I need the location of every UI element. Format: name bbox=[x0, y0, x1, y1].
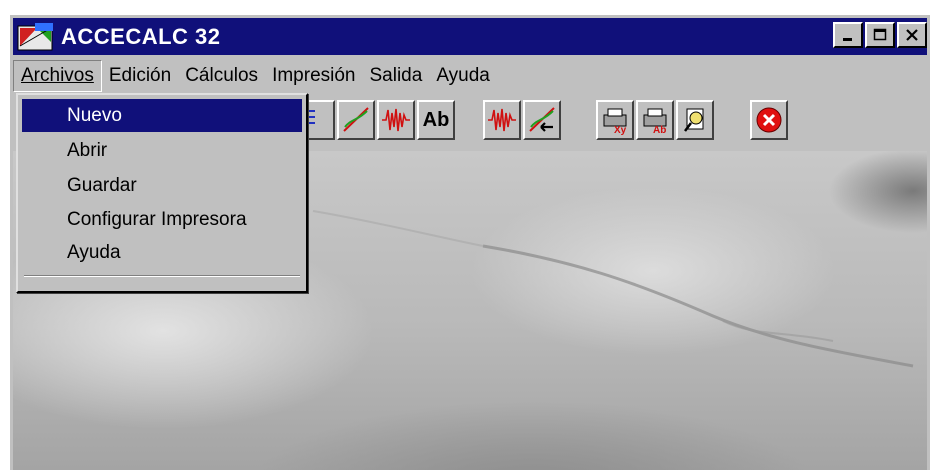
print-ab-icon: Ab bbox=[643, 108, 667, 135]
waveform-icon bbox=[488, 108, 516, 132]
menu-item-abrir[interactable]: Abrir bbox=[22, 134, 302, 167]
waveform-2-button[interactable] bbox=[483, 100, 521, 140]
close-button[interactable] bbox=[897, 22, 927, 48]
print-xy-icon: Xy bbox=[603, 108, 627, 135]
menu-item-ayuda[interactable]: Ayuda bbox=[22, 236, 302, 269]
waveform-button[interactable] bbox=[377, 100, 415, 140]
ab-label: Ab bbox=[422, 108, 450, 131]
close-icon bbox=[906, 29, 918, 41]
menu-salida[interactable]: Salida bbox=[362, 61, 429, 91]
maximize-icon bbox=[873, 28, 887, 41]
menu-ayuda[interactable]: Ayuda bbox=[429, 61, 497, 91]
window-title: ACCECALC 32 bbox=[61, 23, 221, 49]
menu-separator bbox=[24, 275, 300, 277]
menu-item-nuevo[interactable]: Nuevo bbox=[22, 99, 302, 132]
title-bar[interactable]: ACCECALC 32 bbox=[13, 18, 927, 55]
print-preview-icon bbox=[684, 108, 704, 132]
line-graph-icon bbox=[343, 107, 369, 132]
menu-bar: Archivos Edición Cálculos Impresión Sali… bbox=[13, 59, 927, 93]
menu-edicion[interactable]: Edición bbox=[102, 61, 178, 91]
exit-icon bbox=[756, 107, 782, 133]
archivos-dropdown-menu: Nuevo Abrir Guardar Configurar Impresora… bbox=[16, 93, 308, 293]
menu-calculos[interactable]: Cálculos bbox=[178, 61, 265, 91]
ab-button[interactable]: Ab bbox=[417, 100, 455, 140]
menu-item-configurar-impresora[interactable]: Configurar Impresora bbox=[22, 203, 302, 236]
window-controls bbox=[833, 22, 927, 48]
menu-item-guardar[interactable]: Guardar bbox=[22, 169, 302, 202]
maximize-button[interactable] bbox=[865, 22, 895, 48]
print-preview-button[interactable] bbox=[676, 100, 714, 140]
minimize-button[interactable] bbox=[833, 22, 863, 48]
graph-import-icon bbox=[529, 107, 555, 132]
menu-impresion[interactable]: Impresión bbox=[265, 61, 362, 91]
exit-button[interactable] bbox=[750, 100, 788, 140]
app-icon bbox=[17, 22, 53, 50]
app-window: ACCECALC 32 Archivos Edición Cálculos Im… bbox=[10, 15, 930, 470]
graph-import-button[interactable] bbox=[523, 100, 561, 140]
line-graph-button[interactable] bbox=[337, 100, 375, 140]
print-ab-button[interactable]: Ab bbox=[636, 100, 674, 140]
waveform-icon bbox=[382, 108, 410, 132]
minimize-icon bbox=[843, 38, 852, 41]
menu-archivos[interactable]: Archivos bbox=[13, 60, 102, 92]
svg-text:Ab: Ab bbox=[653, 125, 666, 135]
svg-text:Xy: Xy bbox=[614, 125, 627, 135]
print-xy-button[interactable]: Xy bbox=[596, 100, 634, 140]
